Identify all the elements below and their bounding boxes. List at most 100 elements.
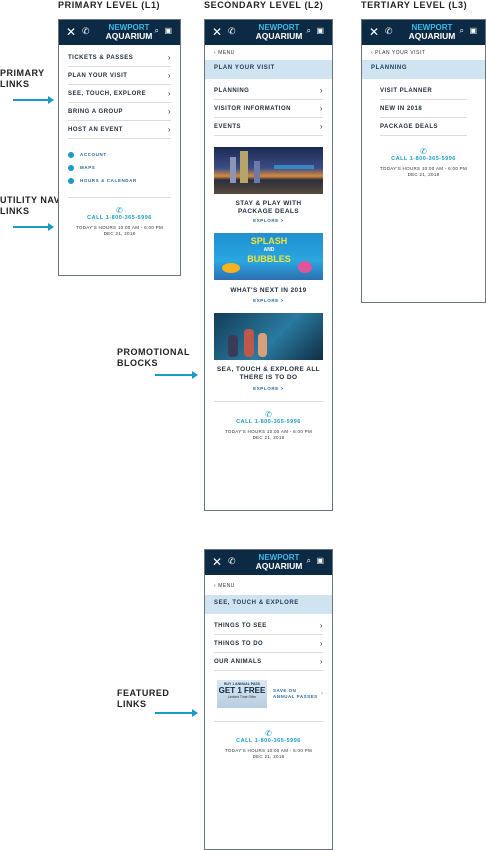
nav-item-bring-a-group[interactable]: BRING A GROUP ›	[68, 103, 171, 121]
logo[interactable]: NEWPORT AQUARIUM	[249, 23, 309, 41]
nav-item-visit-planner[interactable]: VISIT PLANNER	[380, 82, 467, 100]
cart-icon[interactable]: ▣	[164, 26, 172, 35]
date-text: DEC 21, 2018	[103, 231, 136, 236]
nav-item-events[interactable]: EVENTS ›	[214, 118, 323, 136]
chevron-right-icon: ›	[319, 86, 323, 95]
chevron-right-icon: ›	[167, 125, 171, 134]
explore-link[interactable]: EXPLORE >	[205, 218, 332, 223]
section-header: PLANNING	[362, 60, 485, 79]
search-icon[interactable]: ⌕	[307, 556, 311, 566]
phone-icon[interactable]: ✆	[385, 26, 393, 37]
utility-link-account[interactable]: ACCOUNT	[59, 148, 180, 161]
back-link[interactable]: ‹ PLAN YOUR VISIT	[362, 45, 485, 60]
phone-l3: ✕ ✆ NEWPORT AQUARIUM ⌕ ▣ ‹ PLAN YOUR VISI…	[361, 19, 486, 303]
promo-image-splash-bubbles[interactable]: SPLASH AND BUBBLES	[214, 233, 323, 280]
logo-line-2: AQUARIUM	[105, 31, 153, 41]
map-pin-icon	[68, 164, 74, 171]
promo-title: PACKAGE DEALS	[237, 208, 300, 215]
nav-item-things-to-see[interactable]: THINGS TO SEE ›	[214, 617, 323, 635]
section-header: PLAN YOUR VISIT	[205, 60, 332, 79]
contact-block: ✆ CALL 1-800-365-5996 TODAY'S HOURS 10:0…	[205, 402, 332, 441]
back-link-label: PLAN YOUR VISIT	[375, 50, 426, 56]
featured-ad-text: Limited Time Offer	[227, 695, 257, 699]
promo-art-text: BUBBLES	[247, 254, 291, 264]
arrow-utility-nav	[13, 223, 54, 231]
cart-icon[interactable]: ▣	[316, 556, 324, 565]
nav-item-label: PLAN YOUR VISIT	[68, 72, 128, 79]
date-text: DEC 21, 2018	[252, 754, 285, 759]
annotation-featured-links: FEATURED LINKS	[117, 688, 170, 709]
featured-link-annual-passes[interactable]: BUY 1 ANNUAL PASS GET 1 FREE Limited Tim…	[217, 679, 323, 709]
phone-l2: ✕ ✆ NEWPORT AQUARIUM ⌕ ▣ ‹ MENU PLAN YOUR…	[204, 19, 333, 511]
nav-item-things-to-do[interactable]: THINGS TO DO ›	[214, 635, 323, 653]
nav-item-visitor-information[interactable]: VISITOR INFORMATION ›	[214, 100, 323, 118]
chevron-right-icon: ›	[319, 639, 323, 648]
logo[interactable]: NEWPORT AQUARIUM	[402, 23, 462, 41]
fish-illustration	[222, 263, 240, 273]
close-icon[interactable]: ✕	[212, 25, 222, 39]
logo-line-2: AQUARIUM	[408, 31, 456, 41]
promo-title: STAY & PLAY WITH	[235, 200, 302, 207]
nav-item-host-an-event[interactable]: HOST AN EVENT ›	[68, 121, 171, 139]
phone-icon: ✆	[265, 410, 272, 419]
phone-icon[interactable]: ✆	[82, 26, 90, 37]
search-icon[interactable]: ⌕	[460, 26, 464, 36]
featured-ad-text: GET 1 FREE	[218, 686, 266, 695]
nav-item-package-deals[interactable]: PACKAGE DEALS	[380, 118, 467, 136]
explore-link[interactable]: EXPLORE >	[205, 386, 332, 391]
explore-link[interactable]: EXPLORE >	[205, 298, 332, 303]
call-link[interactable]: CALL 1-800-365-5996	[362, 156, 485, 162]
promo-image-city-skyline[interactable]	[214, 147, 323, 194]
close-icon[interactable]: ✕	[212, 555, 222, 569]
search-icon[interactable]: ⌕	[155, 26, 159, 36]
contact-block: ✆ CALL 1-800-365-5996 TODAY'S HOURS 10:0…	[59, 198, 180, 237]
back-link[interactable]: ‹ MENU	[205, 575, 332, 595]
phone-icon[interactable]: ✆	[228, 556, 236, 567]
cart-icon[interactable]: ▣	[316, 26, 324, 35]
nav-item-planning[interactable]: PLANNING ›	[214, 82, 323, 100]
close-icon[interactable]: ✕	[66, 25, 76, 39]
back-link[interactable]: ‹ MENU	[205, 45, 332, 60]
nav-item-label: PLANNING	[214, 87, 250, 94]
top-nav-bar: ✕ ✆ NEWPORT AQUARIUM ⌕ ▣	[205, 550, 332, 575]
phone-icon[interactable]: ✆	[228, 26, 236, 37]
call-link[interactable]: CALL 1-800-365-5996	[205, 419, 332, 425]
arrow-primary-links	[13, 96, 54, 104]
logo[interactable]: NEWPORT AQUARIUM	[249, 553, 309, 571]
nav-item-tickets-passes[interactable]: TICKETS & PASSES ›	[68, 49, 171, 67]
promo-image-aquarium-tank[interactable]	[214, 313, 323, 360]
chevron-right-icon: ›	[167, 89, 171, 98]
fish-illustration	[298, 261, 312, 273]
nav-item-plan-your-visit[interactable]: PLAN YOUR VISIT ›	[68, 67, 171, 85]
section-header: SEE, TOUCH & EXPLORE	[205, 595, 332, 614]
chevron-right-icon: ›	[319, 104, 323, 113]
utility-link-label: MAPS	[80, 165, 96, 170]
phone-icon: ✆	[116, 206, 123, 215]
call-link[interactable]: CALL 1-800-365-5996	[59, 215, 180, 221]
top-nav-bar: ✕ ✆ NEWPORT AQUARIUM ⌕ ▣	[362, 20, 485, 45]
logo[interactable]: NEWPORT AQUARIUM	[99, 23, 159, 41]
date-text: DEC 21, 2018	[407, 172, 440, 177]
promo-title: THERE IS TO DO	[239, 374, 298, 381]
cart-icon[interactable]: ▣	[469, 26, 477, 35]
call-link[interactable]: CALL 1-800-365-5996	[205, 738, 332, 744]
nav-item-label: HOST AN EVENT	[68, 126, 123, 133]
promo-title: SEA, TOUCH & EXPLORE ALL	[216, 366, 321, 373]
search-icon[interactable]: ⌕	[307, 26, 311, 36]
utility-link-label: ACCOUNT	[80, 152, 107, 157]
clock-icon	[68, 177, 74, 184]
nav-item-see-touch-explore[interactable]: SEE, TOUCH, EXPLORE ›	[68, 85, 171, 103]
chevron-right-icon: ›	[167, 53, 171, 62]
utility-link-maps[interactable]: MAPS	[59, 161, 180, 174]
nav-item-label: VISIT PLANNER	[380, 87, 433, 94]
logo-line-2: AQUARIUM	[255, 561, 303, 571]
chevron-right-icon: ›	[167, 71, 171, 80]
top-nav-bar: ✕ ✆ NEWPORT AQUARIUM ⌕ ▣	[205, 20, 332, 45]
date-text: DEC 21, 2018	[252, 435, 285, 440]
nav-item-new-in-2018[interactable]: NEW IN 2018	[380, 100, 467, 118]
arrow-featured-links	[155, 709, 198, 717]
utility-link-hours-calendar[interactable]: HOURS & CALENDAR	[59, 174, 180, 187]
nav-item-our-animals[interactable]: OUR ANIMALS ›	[214, 653, 323, 671]
close-icon[interactable]: ✕	[369, 25, 379, 39]
user-icon	[68, 151, 74, 158]
